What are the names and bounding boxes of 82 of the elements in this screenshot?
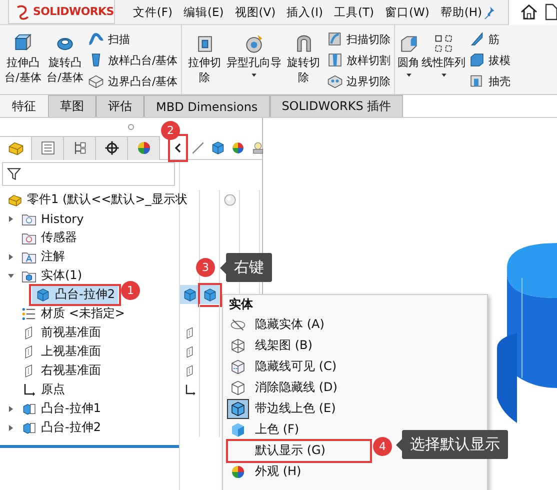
tab[interactable]: 草图 (48, 95, 96, 117)
home-icon[interactable] (518, 2, 539, 22)
logo-text: SOLIDWORKS (33, 5, 114, 18)
tab[interactable]: SOLIDWORKS 插件 (270, 95, 404, 117)
tree-item[interactable]: 注解 (18, 248, 68, 266)
tree-item[interactable]: 前视基准面 (18, 324, 104, 342)
toolbar-button[interactable]: 异型孔向导 (226, 29, 282, 78)
tree-item[interactable]: 原点 (18, 380, 68, 398)
menu-header: 实体 (228, 296, 254, 313)
list-icon (38, 139, 56, 157)
panel-tab[interactable] (96, 136, 128, 160)
toolbar-button[interactable]: 旋转凸台/基体 (45, 29, 85, 86)
expander-arrow[interactable] (9, 254, 13, 260)
tree-item[interactable]: 材质 <未指定> (18, 304, 128, 322)
crosshair-icon (102, 139, 120, 157)
material-icon (21, 306, 37, 322)
outline-cube-icon (229, 378, 247, 396)
lamp-icon[interactable] (250, 140, 266, 156)
toolbar-button[interactable]: 抽壳 (468, 71, 511, 91)
menu-item[interactable]: 外观 (H) (223, 461, 487, 482)
toolbar-button[interactable]: 放样凸台/基体 (87, 50, 178, 70)
menu-item[interactable]: 窗口(W) (384, 4, 430, 20)
menu-item[interactable]: 视图(V) (234, 4, 276, 20)
expander-arrow[interactable] (9, 406, 13, 412)
toolbar-button[interactable]: 线性阵列 (422, 29, 466, 78)
tree-item[interactable]: 凸台-拉伸2 (18, 418, 104, 436)
expander-arrow[interactable] (9, 216, 13, 222)
toolbar-button[interactable]: 圆角 (398, 29, 420, 78)
tree-item[interactable]: 凸台-拉伸2 (32, 286, 118, 304)
tab[interactable]: 特征 (0, 95, 48, 117)
toolbar-button[interactable]: 筋 (468, 29, 511, 49)
cut-slot-icon (326, 51, 344, 69)
cube-icon (35, 286, 51, 302)
color-ball-icon[interactable] (230, 140, 246, 156)
menu-item[interactable]: 文件(F) (132, 4, 173, 20)
wireframe-cube-icon (229, 336, 247, 354)
menu-item[interactable]: 插入(I) (286, 4, 323, 20)
cube-icon[interactable] (182, 286, 198, 302)
tapered-face-icon (468, 51, 486, 69)
menu-item[interactable]: 线架图 (B) (223, 335, 487, 356)
curve-icon (87, 30, 105, 48)
callout-tooltip: 选择默认显示 (396, 430, 508, 459)
toolbar-button[interactable]: 边界切除 (326, 71, 391, 91)
menu-item[interactable]: 编辑(E) (184, 4, 224, 20)
tree-item[interactable]: 凸台-拉伸1 (18, 400, 104, 418)
menu-item[interactable]: 隐藏线可见 (C) (223, 356, 487, 377)
tree-item[interactable]: History (18, 210, 87, 228)
callout-tooltip: 右键 (220, 253, 272, 282)
pin-icon[interactable] (482, 5, 496, 19)
toolbar-button[interactable]: 边界凸台/基体 (87, 71, 178, 91)
menu-item[interactable]: 隐藏实体 (A) (223, 314, 487, 335)
tree-item[interactable]: 零件1 (默认<<默认>_显示状 (4, 190, 190, 208)
tree-item[interactable]: 上视基准面 (18, 342, 104, 360)
logo-mark-icon (15, 4, 31, 20)
toolbar-button[interactable]: 拉伸切除 (184, 29, 225, 86)
toolbar-button[interactable]: 扫描切除 (326, 29, 391, 49)
solid-cube-icon (229, 420, 247, 438)
dashed-cube-icon (229, 358, 247, 376)
toolbar-button[interactable]: 拔模 (468, 50, 511, 70)
tree-item[interactable]: 传感器 (18, 228, 80, 246)
expander-arrow[interactable] (9, 424, 13, 430)
filter-field[interactable] (2, 162, 175, 186)
panel-tab[interactable] (64, 136, 96, 160)
cube-icon[interactable] (202, 286, 218, 302)
grid-squares-icon (432, 33, 455, 55)
menu-item[interactable]: 带边线上色 (E) (223, 398, 487, 419)
tree-item[interactable]: 实体(1) (18, 266, 85, 284)
expander-arrow[interactable] (8, 274, 14, 278)
toolbar-button[interactable]: 拉伸凸台/基体 (3, 29, 43, 86)
toolbar-button[interactable]: 扫描 (87, 29, 178, 49)
resize-handle[interactable] (128, 124, 134, 130)
tree-item[interactable]: 右视基准面 (18, 362, 104, 380)
menu-item[interactable]: 帮助(H) (440, 4, 482, 20)
filter-icon[interactable] (6, 166, 22, 182)
sphere-icon[interactable] (222, 192, 238, 208)
cube-icon[interactable] (210, 140, 226, 156)
tab[interactable]: 评估 (96, 95, 144, 117)
menu-item[interactable]: 消除隐藏线 (D) (223, 377, 487, 398)
toolbar-button[interactable]: 旋转切除 (284, 29, 324, 86)
toolbar-button[interactable]: 放样切割 (326, 50, 391, 70)
tab[interactable]: MBD Dimensions (144, 95, 270, 117)
menu-item[interactable]: 工具(T) (334, 4, 374, 20)
